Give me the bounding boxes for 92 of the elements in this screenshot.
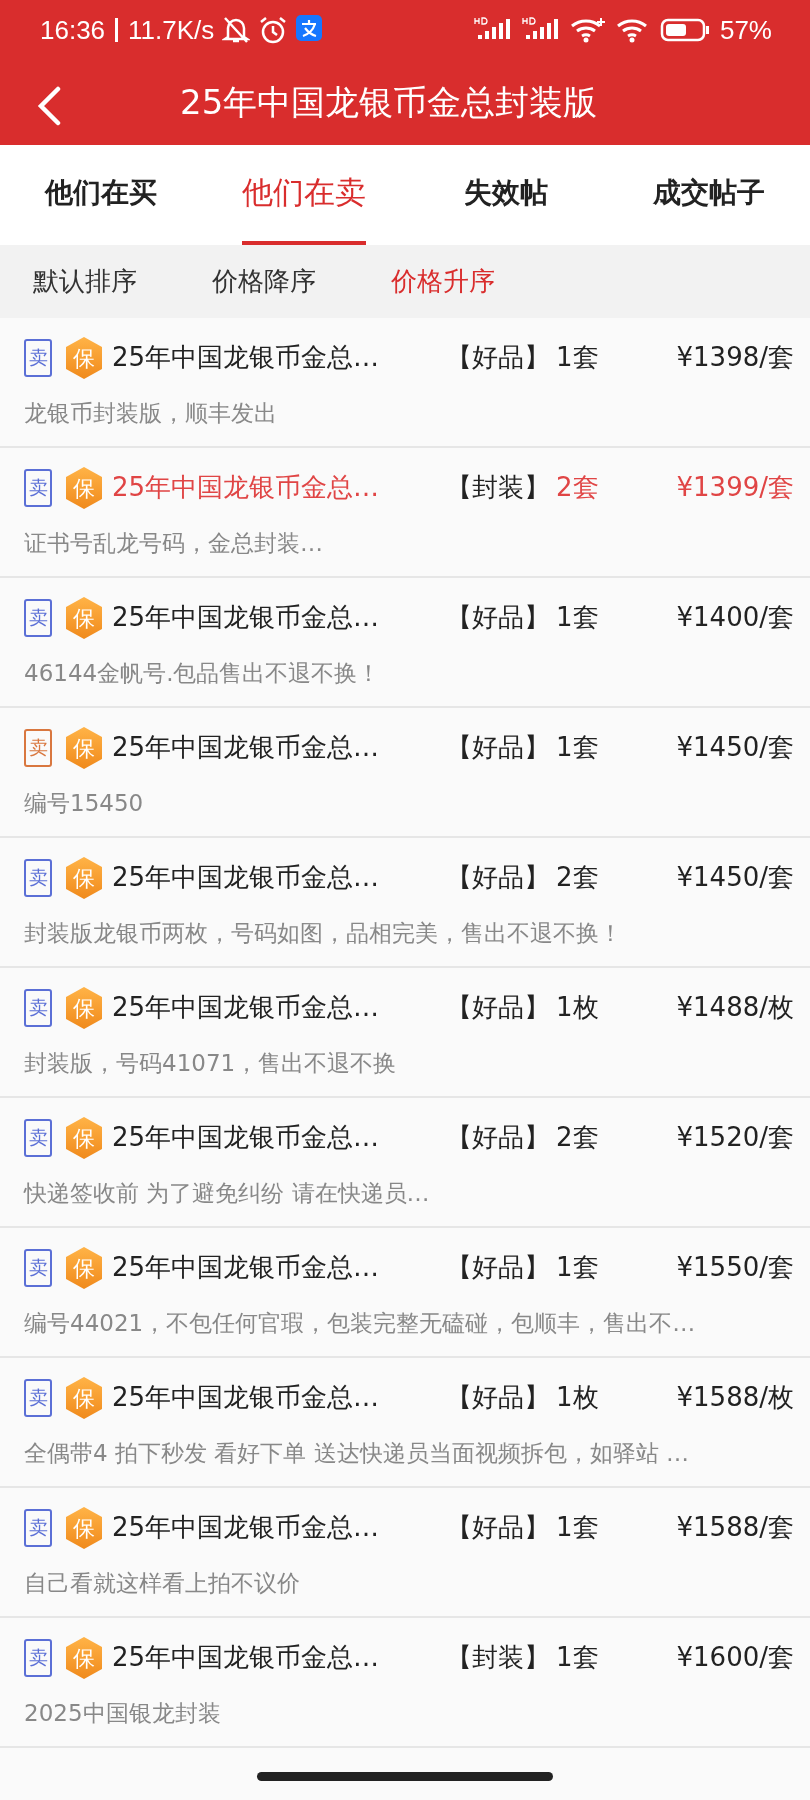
listing-note: 编号44021，不包任何官瑕，包装完整无磕碰，包顺丰，售出不… xyxy=(24,1308,697,1338)
price: ¥1588/枚 xyxy=(675,1381,794,1414)
price: ¥1520/套 xyxy=(675,1121,794,1154)
quantity: 2套 xyxy=(556,1121,600,1154)
back-icon[interactable] xyxy=(36,86,62,126)
listing-title: 25年中国龙银币金总… xyxy=(112,731,381,764)
wifi-icon xyxy=(569,17,606,43)
sort-option[interactable]: 价格升序 xyxy=(391,264,495,299)
grade-label: 【好品】 xyxy=(446,601,551,634)
tab[interactable]: 他们在买 xyxy=(45,145,158,245)
listing-note: 龙银币封装版，顺丰发出 xyxy=(24,398,278,428)
guarantee-badge: 保 xyxy=(64,985,104,1030)
listing-title: 25年中国龙银币金总… xyxy=(112,601,381,634)
grade-label: 【好品】 xyxy=(446,341,551,374)
quantity: 2套 xyxy=(556,471,600,504)
bell-muted-icon xyxy=(222,15,251,45)
quantity: 1套 xyxy=(556,1251,600,1284)
price: ¥1450/套 xyxy=(675,861,794,894)
sell-tag: 卖 xyxy=(24,728,52,767)
grade-label: 【好品】 xyxy=(446,1251,551,1284)
listing-note: 封装版，号码41071，售出不退不换 xyxy=(24,1048,398,1078)
sort-option[interactable]: 默认排序 xyxy=(33,264,137,299)
price: ¥1488/枚 xyxy=(675,991,794,1024)
sell-tag: 卖 xyxy=(24,988,52,1027)
sell-tag: 卖 xyxy=(24,1118,52,1157)
listing-title: 25年中国龙银币金总… xyxy=(112,991,381,1024)
listing-title: 25年中国龙银币金总… xyxy=(112,1641,381,1674)
listing-note: 46144金帆号.包品售出不退不换！ xyxy=(24,658,382,688)
guarantee-badge: 保 xyxy=(64,465,104,510)
listing-title: 25年中国龙银币金总… xyxy=(112,341,381,374)
sort-option[interactable]: 价格降序 xyxy=(212,264,316,299)
sell-tag: 卖 xyxy=(24,1378,52,1417)
listing-note: 证书号乱龙号码，金总封装… xyxy=(24,528,324,558)
price: ¥1398/套 xyxy=(675,341,794,374)
quantity: 1套 xyxy=(556,731,600,764)
sell-tag: 卖 xyxy=(24,338,52,377)
page-title: 25年中国龙银币金总封装版 xyxy=(180,80,598,124)
sell-tag: 卖 xyxy=(24,1638,52,1677)
listing-title: 25年中国龙银币金总… xyxy=(112,1381,381,1414)
clock: 16:36 xyxy=(40,14,106,46)
price: ¥1550/套 xyxy=(675,1251,794,1284)
sell-tag: 卖 xyxy=(24,598,52,637)
guarantee-badge: 保 xyxy=(64,1375,104,1420)
sell-tag: 卖 xyxy=(24,468,52,507)
guarantee-badge: 保 xyxy=(64,1505,104,1550)
grade-label: 【封装】 xyxy=(446,471,551,504)
quantity: 2套 xyxy=(556,861,600,894)
listing-note: 快递签收前 为了避免纠纷 请在快递员… xyxy=(24,1178,431,1208)
tab[interactable]: 成交帖子 xyxy=(652,145,765,245)
grade-label: 【好品】 xyxy=(446,861,551,894)
grade-label: 【好品】 xyxy=(446,731,551,764)
listing-note: 编号15450 xyxy=(24,788,145,818)
listing-note: 2025中国银龙封装 xyxy=(24,1698,222,1728)
guarantee-badge: 保 xyxy=(64,1245,104,1290)
quantity: 1套 xyxy=(556,341,600,374)
guarantee-badge: 保 xyxy=(64,595,104,640)
guarantee-badge: 保 xyxy=(64,335,104,380)
price: ¥1588/套 xyxy=(675,1511,794,1544)
listing-title: 25年中国龙银币金总… xyxy=(112,1121,381,1154)
app-icon xyxy=(296,15,323,41)
guarantee-badge: 保 xyxy=(64,1635,104,1680)
price: ¥1400/套 xyxy=(675,601,794,634)
guarantee-badge: 保 xyxy=(64,1115,104,1160)
quantity: 1套 xyxy=(556,601,600,634)
grade-label: 【好品】 xyxy=(446,1381,551,1414)
battery-icon xyxy=(659,17,710,43)
tab[interactable]: 失效帖 xyxy=(464,145,549,245)
guarantee-badge: 保 xyxy=(64,725,104,770)
price: ¥1600/套 xyxy=(675,1641,794,1674)
listing-note: 封装版龙银币两枚，号码如图，品相完美，售出不退不换！ xyxy=(24,918,623,948)
sell-tag: 卖 xyxy=(24,1248,52,1287)
grade-label: 【封装】 xyxy=(446,1641,551,1674)
price: ¥1399/套 xyxy=(675,471,794,504)
quantity: 1套 xyxy=(556,1641,600,1674)
listing-title: 25年中国龙银币金总… xyxy=(112,861,381,894)
listing-title: 25年中国龙银币金总… xyxy=(112,1251,381,1284)
battery-level: 57% xyxy=(719,14,772,46)
grade-label: 【好品】 xyxy=(446,1121,551,1154)
guarantee-badge: 保 xyxy=(64,855,104,900)
price: ¥1450/套 xyxy=(675,731,794,764)
grade-label: 【好品】 xyxy=(446,1511,551,1544)
sell-tag: 卖 xyxy=(24,1508,52,1547)
grade-label: 【好品】 xyxy=(446,991,551,1024)
network-speed: 11.7K/s xyxy=(128,14,215,46)
quantity: 1套 xyxy=(556,1511,600,1544)
listing-note: 全偶带4 拍下秒发 看好下单 送达快递员当面视频拆包，如驿站 … xyxy=(24,1438,690,1468)
quantity: 1枚 xyxy=(556,1381,600,1414)
listing-title: 25年中国龙银币金总… xyxy=(112,1511,381,1544)
sell-tag: 卖 xyxy=(24,858,52,897)
quantity: 1枚 xyxy=(556,991,600,1024)
listing-title: 25年中国龙银币金总… xyxy=(112,471,381,504)
listing-note: 自己看就这样看上拍不议价 xyxy=(24,1568,301,1598)
